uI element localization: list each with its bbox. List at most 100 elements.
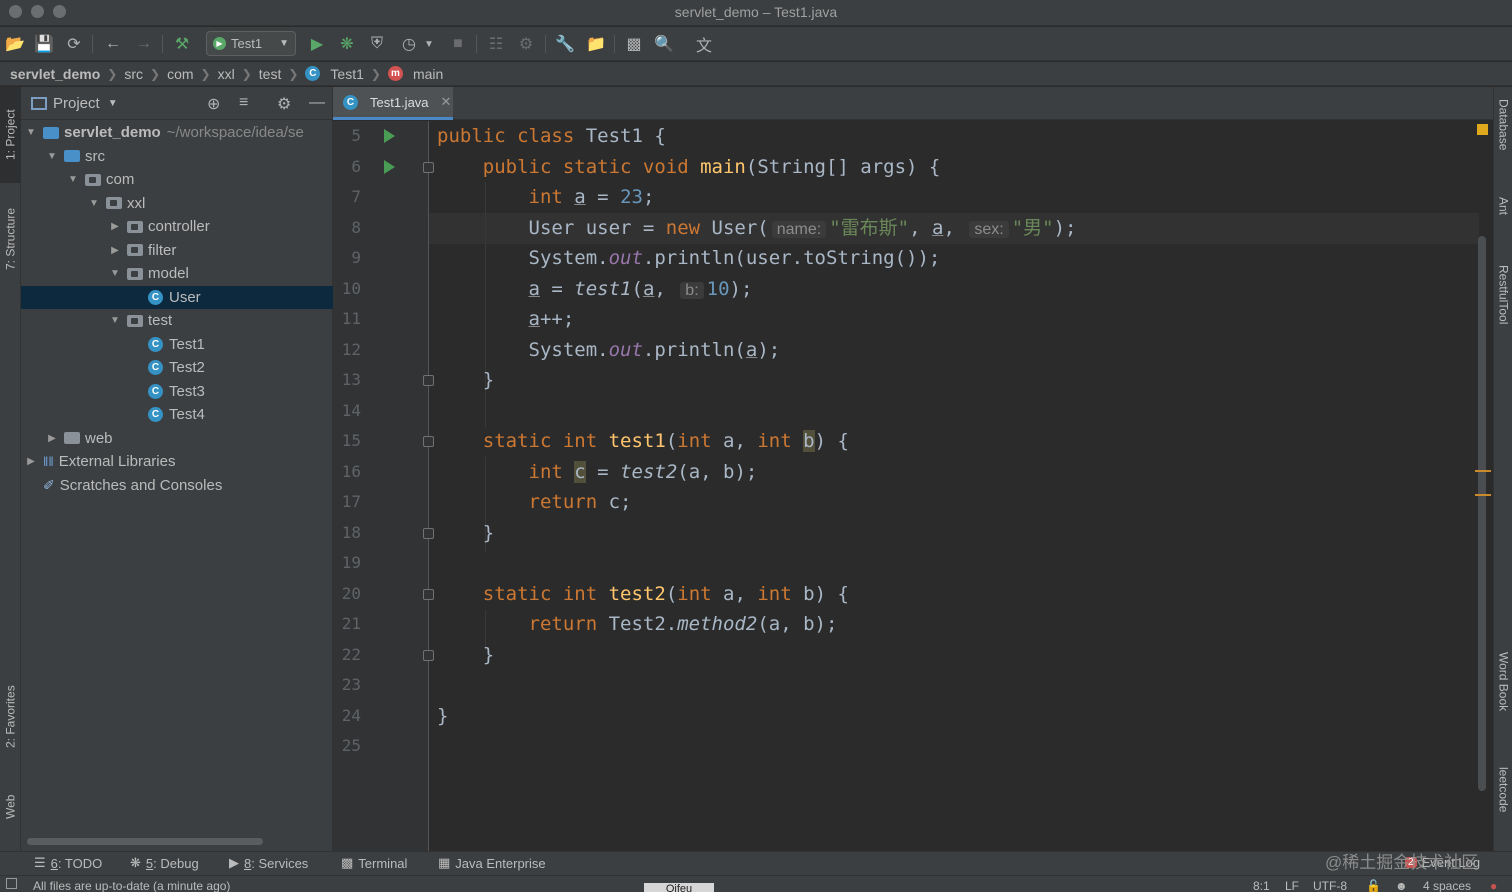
debug-tool-tab[interactable]: ❋ 5: Debug — [130, 855, 199, 871]
run-with-coverage-icon[interactable]: ⛨ — [366, 33, 388, 55]
locate-crosshair-icon[interactable]: ⊕ — [207, 94, 220, 114]
ant-tool-tab[interactable]: Ant — [1494, 197, 1512, 242]
search-icon[interactable]: 🔍 — [653, 33, 675, 55]
profile-dropdown-icon[interactable]: ▼ — [422, 33, 436, 55]
vertical-scrollbar[interactable] — [1478, 236, 1486, 791]
close-icon[interactable]: ✕ — [441, 94, 452, 110]
terminal-window-icon[interactable]: ▩ — [623, 33, 645, 55]
gutter-run-icon[interactable] — [384, 129, 395, 143]
structure-tool-tab[interactable]: 7: Structure — [0, 191, 21, 287]
stop-icon[interactable]: ■ — [447, 33, 469, 55]
gutter-run-icon[interactable] — [384, 159, 395, 174]
breadcrumb-test[interactable]: test — [259, 66, 282, 82]
save-all-icon[interactable]: 💾 — [33, 33, 55, 55]
profile-icon[interactable]: ◷ — [398, 33, 420, 55]
debug-bug-icon[interactable]: ❋ — [336, 33, 358, 55]
caret-position[interactable]: 8:1 — [1253, 879, 1270, 892]
breadcrumb-src[interactable]: src — [124, 66, 143, 82]
collapse-all-icon[interactable]: ≡ — [239, 94, 248, 112]
tree-item[interactable]: C User — [21, 285, 333, 309]
open-folder-icon[interactable]: 📂 — [4, 33, 26, 55]
expanded-arrow-icon[interactable]: ▼ — [88, 198, 100, 209]
project-structure-icon[interactable]: 📁 — [585, 33, 607, 55]
wordbook-tool-tab[interactable]: Word Book — [1494, 652, 1512, 742]
code-editor[interactable]: 5 6 7 8 9 10 11 12 13 14 15 16 17 18 19 20 21 22 23 24 25 pu… — [333, 121, 1493, 851]
indent-setting[interactable]: 4 spaces — [1423, 879, 1471, 892]
tree-item[interactable]: ▼ xxl — [21, 192, 333, 216]
notification-icon[interactable]: ● — [1490, 879, 1497, 892]
collapsed-arrow-icon[interactable]: ▶ — [25, 456, 37, 467]
run-configuration-select[interactable]: ▶ Test1 ▼ — [206, 31, 296, 56]
web-tool-tab[interactable]: Web — [0, 782, 21, 832]
hector-icon[interactable]: ☻ — [1395, 879, 1408, 892]
tree-item[interactable]: ▶ web — [21, 427, 333, 451]
module-icon — [43, 126, 59, 139]
tree-item[interactable]: ▶ ‖‖ External Libraries — [21, 450, 333, 474]
forward-arrow-icon[interactable]: → — [133, 33, 155, 55]
tree-item[interactable]: ▶ filter — [21, 239, 333, 263]
tree-item[interactable]: ▼ test — [21, 309, 333, 333]
chevron-down-icon[interactable]: ▼ — [108, 98, 118, 109]
build-hammer-icon[interactable]: ⚒ — [171, 33, 193, 55]
tree-item[interactable]: C Test1 — [21, 333, 333, 357]
tree-item[interactable]: ▼ src — [21, 145, 333, 169]
tree-item[interactable]: C Test3 — [21, 380, 333, 404]
collapsed-arrow-icon[interactable]: ▶ — [109, 245, 121, 256]
fold-marker-icon[interactable] — [423, 436, 434, 447]
error-stripe-mark[interactable] — [1475, 494, 1491, 496]
line-number: 23 — [341, 675, 361, 694]
sync-icon[interactable]: ⟳ — [63, 33, 85, 55]
error-stripe-mark[interactable] — [1475, 470, 1491, 472]
leetcode-tool-tab[interactable]: leetcode — [1494, 767, 1512, 847]
expanded-arrow-icon[interactable]: ▼ — [25, 127, 37, 138]
file-encoding[interactable]: UTF-8 — [1313, 879, 1347, 892]
coverage-icon[interactable]: ⚙ — [515, 33, 537, 55]
tree-item[interactable]: ✐ Scratches and Consoles — [21, 474, 333, 498]
tree-item[interactable]: ▶ controller — [21, 215, 333, 239]
project-view-select[interactable]: Project — [53, 95, 100, 112]
tab-test1-java[interactable]: C Test1.java ✕ — [333, 87, 453, 120]
breadcrumb-xxl[interactable]: xxl — [218, 66, 235, 82]
services-tool-tab[interactable]: ▶ 8: Services — [229, 855, 308, 871]
expanded-arrow-icon[interactable]: ▼ — [67, 174, 79, 185]
back-arrow-icon[interactable]: ← — [102, 33, 124, 55]
java-enterprise-tool-tab[interactable]: ▦ Java Enterprise — [438, 855, 546, 871]
fold-marker-icon[interactable] — [423, 588, 434, 600]
collapsed-arrow-icon[interactable]: ▶ — [109, 221, 121, 232]
tree-item[interactable]: C Test2 — [21, 356, 333, 380]
breadcrumb-class[interactable]: C Test1 — [305, 66, 364, 82]
database-tool-tab[interactable]: Database — [1494, 99, 1512, 179]
fold-marker-icon[interactable] — [423, 161, 434, 173]
project-tool-tab[interactable]: 1: Project — [0, 87, 21, 183]
fold-marker-icon[interactable] — [423, 527, 434, 539]
tree-item[interactable]: ▼ servlet_demo ~/workspace/idea/se — [21, 121, 333, 145]
tree-item[interactable]: C Test4 — [21, 403, 333, 427]
expanded-arrow-icon[interactable]: ▼ — [109, 268, 121, 279]
settings-wrench-icon[interactable]: 🔧 — [554, 33, 576, 55]
breadcrumb-com[interactable]: com — [167, 66, 193, 82]
favorites-tool-tab[interactable]: 2: Favorites — [0, 667, 21, 767]
fold-marker-icon[interactable] — [423, 649, 434, 661]
horizontal-scrollbar[interactable] — [27, 838, 263, 845]
tree-item[interactable]: ▼ model — [21, 262, 333, 286]
line-separator[interactable]: LF — [1285, 879, 1299, 892]
inspection-status-icon[interactable] — [1477, 124, 1488, 135]
hide-panel-icon[interactable]: — — [309, 94, 325, 112]
breadcrumb-project[interactable]: servlet_demo — [10, 66, 100, 82]
breadcrumb-method[interactable]: m main — [387, 66, 443, 82]
expanded-arrow-icon[interactable]: ▼ — [109, 315, 121, 326]
collapsed-arrow-icon[interactable]: ▶ — [46, 433, 58, 444]
restfultool-tool-tab[interactable]: RestfulTool — [1494, 265, 1512, 355]
run-icon[interactable]: ▶ — [306, 33, 328, 55]
expanded-arrow-icon[interactable]: ▼ — [46, 151, 58, 162]
attach-debugger-icon[interactable]: ☷ — [485, 33, 507, 55]
toggle-tool-windows-icon[interactable] — [6, 878, 17, 889]
gear-icon[interactable]: ⚙ — [277, 94, 291, 114]
lock-icon[interactable]: 🔓 — [1366, 879, 1381, 892]
terminal-tool-tab[interactable]: ▩ Terminal — [341, 855, 407, 871]
code-line-10: a = test1(a, b: 10); — [528, 277, 753, 300]
todo-tool-tab[interactable]: ☰ 6: TODO — [34, 855, 102, 871]
translate-icon[interactable]: 文 — [693, 33, 715, 55]
tree-item[interactable]: ▼ com — [21, 168, 333, 192]
fold-marker-icon[interactable] — [423, 375, 434, 386]
